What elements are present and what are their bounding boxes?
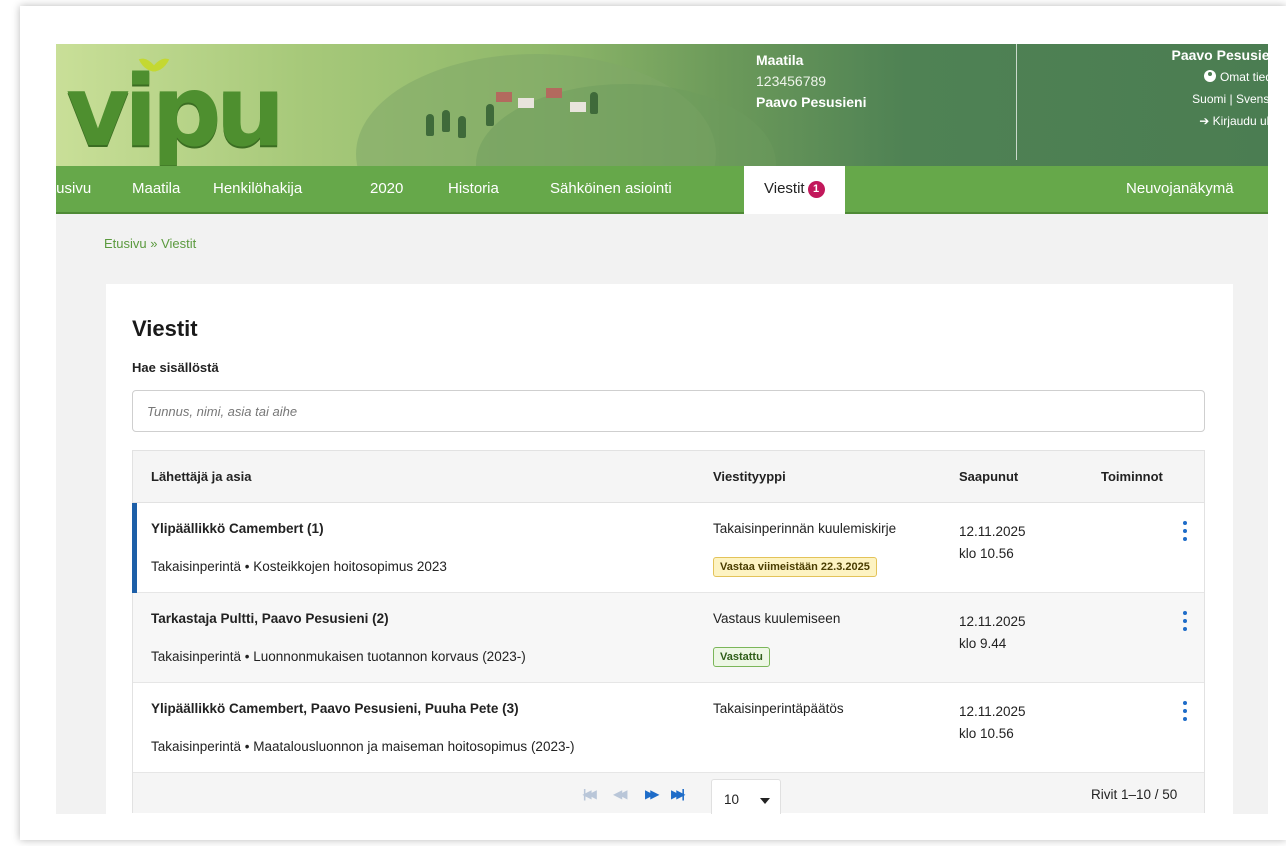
col-actions: Toiminnot (1101, 469, 1163, 484)
header-banner: vipu Maatila 123456789 Paavo Pesusieni P… (56, 44, 1268, 166)
row-sender: Ylipäällikkö Camembert, Paavo Pesusieni,… (151, 701, 519, 716)
more-actions-icon[interactable] (1179, 699, 1191, 723)
farm-info: Maatila 123456789 Paavo Pesusieni (756, 50, 867, 113)
chevron-down-icon (760, 798, 770, 804)
logo-text: vipu (66, 55, 285, 166)
nav-etusivu[interactable]: Etusivu (56, 166, 91, 212)
user-box: Paavo Pesusieni Omat tiedot Suomi | Sven… (1102, 44, 1268, 132)
page-title: Viestit (132, 316, 198, 341)
vipu-logo[interactable]: vipu (66, 52, 306, 162)
search-label: Hae sisällöstä (132, 360, 219, 375)
breadcrumb[interactable]: Etusivu » Viestit (104, 236, 196, 251)
page-size-select[interactable]: 10 (711, 779, 781, 814)
col-received[interactable]: Saapunut (959, 469, 1018, 484)
search-input[interactable] (132, 390, 1205, 432)
unread-marker (132, 503, 137, 593)
own-info-link[interactable]: Omat tiedot (1102, 66, 1268, 88)
main-nav: Etusivu Maatila Henkilöhakija 2020 Histo… (56, 166, 1268, 214)
row-type: Takaisinperinnän kuulemiskirje (713, 521, 897, 536)
user-name: Paavo Pesusieni (1171, 47, 1268, 63)
previous-page-icon[interactable]: ◀◀ (613, 787, 628, 801)
table-row[interactable]: Tarkastaja Pultti, Paavo Pesusieni (2) T… (133, 593, 1204, 683)
farm-label: Maatila (756, 52, 804, 68)
row-date: 12.11.2025 klo 10.56 (959, 704, 1026, 741)
table-row[interactable]: Ylipäällikkö Camembert (1) Takaisinperin… (132, 503, 1204, 593)
messages-table: Lähettäjä ja asia Viestityyppi Saapunut … (132, 450, 1205, 814)
logout-icon: ➔ (1199, 114, 1213, 128)
col-sender[interactable]: Lähettäjä ja asia (151, 469, 251, 484)
row-date: 12.11.2025 klo 9.44 (959, 614, 1026, 651)
deadline-badge: Vastaa viimeistään 22.3.2025 (713, 557, 877, 577)
nav-historia[interactable]: Historia (448, 166, 499, 212)
logout-link[interactable]: ➔ Kirjaudu ulos (1102, 110, 1268, 132)
row-sender: Ylipäällikkö Camembert (1) (151, 521, 324, 536)
unread-badge: 1 (807, 181, 825, 198)
first-page-icon[interactable]: |◀◀ (583, 787, 597, 801)
browser-viewport: vipu Maatila 123456789 Paavo Pesusieni P… (56, 44, 1268, 814)
rows-info: Rivit 1–10 / 50 (1091, 787, 1178, 802)
table-row[interactable]: Ylipäällikkö Camembert, Paavo Pesusieni,… (133, 683, 1204, 773)
header-divider (1016, 44, 1017, 160)
nav-neuvojanakyma[interactable]: Neuvojanäkymä (1126, 166, 1234, 212)
next-page-icon[interactable]: ▶▶ (645, 787, 660, 801)
messages-card: Viestit Hae sisällöstä Lähettäjä ja asia… (106, 284, 1233, 814)
farm-id: 123456789 (756, 73, 827, 89)
language-switch[interactable]: Suomi | Svenska (1102, 88, 1268, 110)
nav-henkilohakija[interactable]: Henkilöhakija (213, 166, 302, 212)
col-type[interactable]: Viestityyppi (713, 469, 786, 484)
nav-viestit[interactable]: Viestit 1 (744, 166, 845, 214)
nav-sahkoinen-asiointi[interactable]: Sähköinen asiointi (550, 166, 672, 212)
table-header: Lähettäjä ja asia Viestityyppi Saapunut … (133, 451, 1204, 503)
farm-owner: Paavo Pesusieni (756, 94, 867, 110)
row-type: Vastaus kuulemiseen (713, 611, 841, 626)
more-actions-icon[interactable] (1179, 609, 1191, 633)
nav-2020[interactable]: 2020 (370, 166, 403, 212)
more-actions-icon[interactable] (1179, 519, 1191, 543)
nav-maatila[interactable]: Maatila (132, 166, 180, 212)
row-subject: Takaisinperintä • Luonnonmukaisen tuotan… (151, 649, 526, 664)
last-page-icon[interactable]: ▶▶| (671, 787, 685, 801)
row-sender: Tarkastaja Pultti, Paavo Pesusieni (2) (151, 611, 389, 626)
row-date: 12.11.2025 klo 10.56 (959, 524, 1026, 561)
row-subject: Takaisinperintä • Kosteikkojen hoitosopi… (151, 559, 447, 574)
row-type: Takaisinperintäpäätös (713, 701, 844, 716)
user-circle-icon (1203, 70, 1216, 82)
answered-badge: Vastattu (713, 647, 770, 667)
window-frame: vipu Maatila 123456789 Paavo Pesusieni P… (20, 6, 1286, 840)
farm-illustration (486, 84, 606, 126)
table-footer: |◀◀ ◀◀ ▶▶ ▶▶| 10 Rivit 1–10 / 50 (133, 773, 1204, 814)
row-subject: Takaisinperintä • Maatalousluonnon ja ma… (151, 739, 575, 754)
